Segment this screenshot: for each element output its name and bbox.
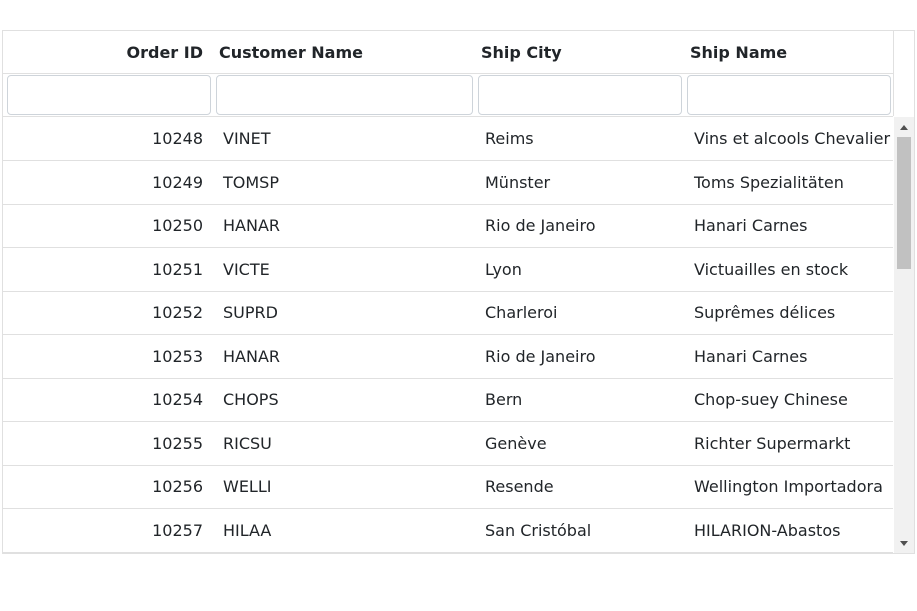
header-scrollbar-gutter <box>893 31 914 116</box>
cell-order-id: 10257 <box>152 521 203 540</box>
filter-input-customer-name[interactable] <box>216 75 473 115</box>
cell-order-id: 10256 <box>152 477 203 496</box>
cell-ship-city: Reims <box>485 129 534 148</box>
cell-customer-name: WELLI <box>223 477 272 496</box>
cell-order-id: 10255 <box>152 434 203 453</box>
cell-order-id: 10253 <box>152 347 203 366</box>
cell-customer-name: SUPRD <box>223 303 278 322</box>
cell-ship-city: Genève <box>485 434 547 453</box>
cell-customer-name: RICSU <box>223 434 272 453</box>
cell-customer-name: CHOPS <box>223 390 279 409</box>
triangle-down-icon[interactable] <box>894 535 914 551</box>
cell-customer-name: HANAR <box>223 347 281 366</box>
cell-ship-city: San Cristóbal <box>485 521 592 540</box>
cell-customer-name: TOMSP <box>223 173 279 192</box>
table-row[interactable]: 10256 WELLI Resende Wellington Importado… <box>3 465 893 509</box>
table-row[interactable]: 10254 CHOPS Bern Chop-suey Chinese <box>3 378 893 422</box>
table-row[interactable]: 10249 TOMSP Münster Toms Spezialitäten <box>3 161 893 205</box>
cell-ship-city: Lyon <box>485 260 522 279</box>
cell-customer-name: HANAR <box>223 216 281 235</box>
column-header-ship-name[interactable]: Ship Name <box>682 31 893 74</box>
grid-body: 10248 VINET Reims Vins et alcools Cheval… <box>3 117 893 553</box>
cell-ship-city: Rio de Janeiro <box>485 216 596 235</box>
filter-input-order-id[interactable] <box>7 75 211 115</box>
cell-customer-name: HILAA <box>223 521 272 540</box>
table-row[interactable]: 10251 VICTE Lyon Victuailles en stock <box>3 248 893 292</box>
cell-ship-name: Toms Spezialitäten <box>694 173 844 192</box>
table-row[interactable]: 10248 VINET Reims Vins et alcools Cheval… <box>3 117 893 161</box>
cell-ship-city: Charleroi <box>485 303 558 322</box>
table-row[interactable]: 10252 SUPRD Charleroi Suprêmes délices <box>3 291 893 335</box>
cell-order-id: 10250 <box>152 216 203 235</box>
cell-ship-city: Resende <box>485 477 554 496</box>
cell-ship-name: HILARION-Abastos <box>694 521 841 540</box>
cell-customer-name: VICTE <box>223 260 270 279</box>
orders-grid: Order ID Customer Name Ship City Ship Na… <box>2 30 915 554</box>
cell-ship-name: Wellington Importadora <box>694 477 883 496</box>
column-header-order-id[interactable]: Order ID <box>3 31 211 74</box>
filter-input-ship-city[interactable] <box>478 75 682 115</box>
cell-ship-name: Hanari Carnes <box>694 347 808 366</box>
filter-input-ship-name[interactable] <box>687 75 891 115</box>
cell-ship-name: Suprêmes délices <box>694 303 836 322</box>
triangle-up-icon[interactable] <box>894 119 914 135</box>
cell-ship-name: Hanari Carnes <box>694 216 808 235</box>
cell-ship-name: Chop-suey Chinese <box>694 390 848 409</box>
cell-order-id: 10251 <box>152 260 203 279</box>
cell-ship-name: Richter Supermarkt <box>694 434 851 453</box>
column-header-customer-name[interactable]: Customer Name <box>211 31 472 74</box>
table-row[interactable]: 10257 HILAA San Cristóbal HILARION-Abast… <box>3 509 893 553</box>
table-row[interactable]: 10255 RICSU Genève Richter Supermarkt <box>3 422 893 466</box>
grid-header: Order ID Customer Name Ship City Ship Na… <box>3 31 893 74</box>
cell-ship-city: Bern <box>485 390 523 409</box>
table-row[interactable]: 10250 HANAR Rio de Janeiro Hanari Carnes <box>3 204 893 248</box>
cell-ship-name: Vins et alcools Chevalier <box>694 129 891 148</box>
cell-order-id: 10254 <box>152 390 203 409</box>
table-row[interactable]: 10253 HANAR Rio de Janeiro Hanari Carnes <box>3 335 893 379</box>
cell-order-id: 10252 <box>152 303 203 322</box>
cell-customer-name: VINET <box>223 129 271 148</box>
cell-order-id: 10248 <box>152 129 203 148</box>
cell-ship-city: Rio de Janeiro <box>485 347 596 366</box>
cell-ship-city: Münster <box>485 173 551 192</box>
scrollbar-thumb[interactable] <box>897 137 911 269</box>
cell-order-id: 10249 <box>152 173 203 192</box>
filter-row <box>3 74 893 117</box>
vertical-scrollbar[interactable] <box>894 117 914 553</box>
column-header-ship-city[interactable]: Ship City <box>473 31 682 74</box>
cell-ship-name: Victuailles en stock <box>694 260 849 279</box>
